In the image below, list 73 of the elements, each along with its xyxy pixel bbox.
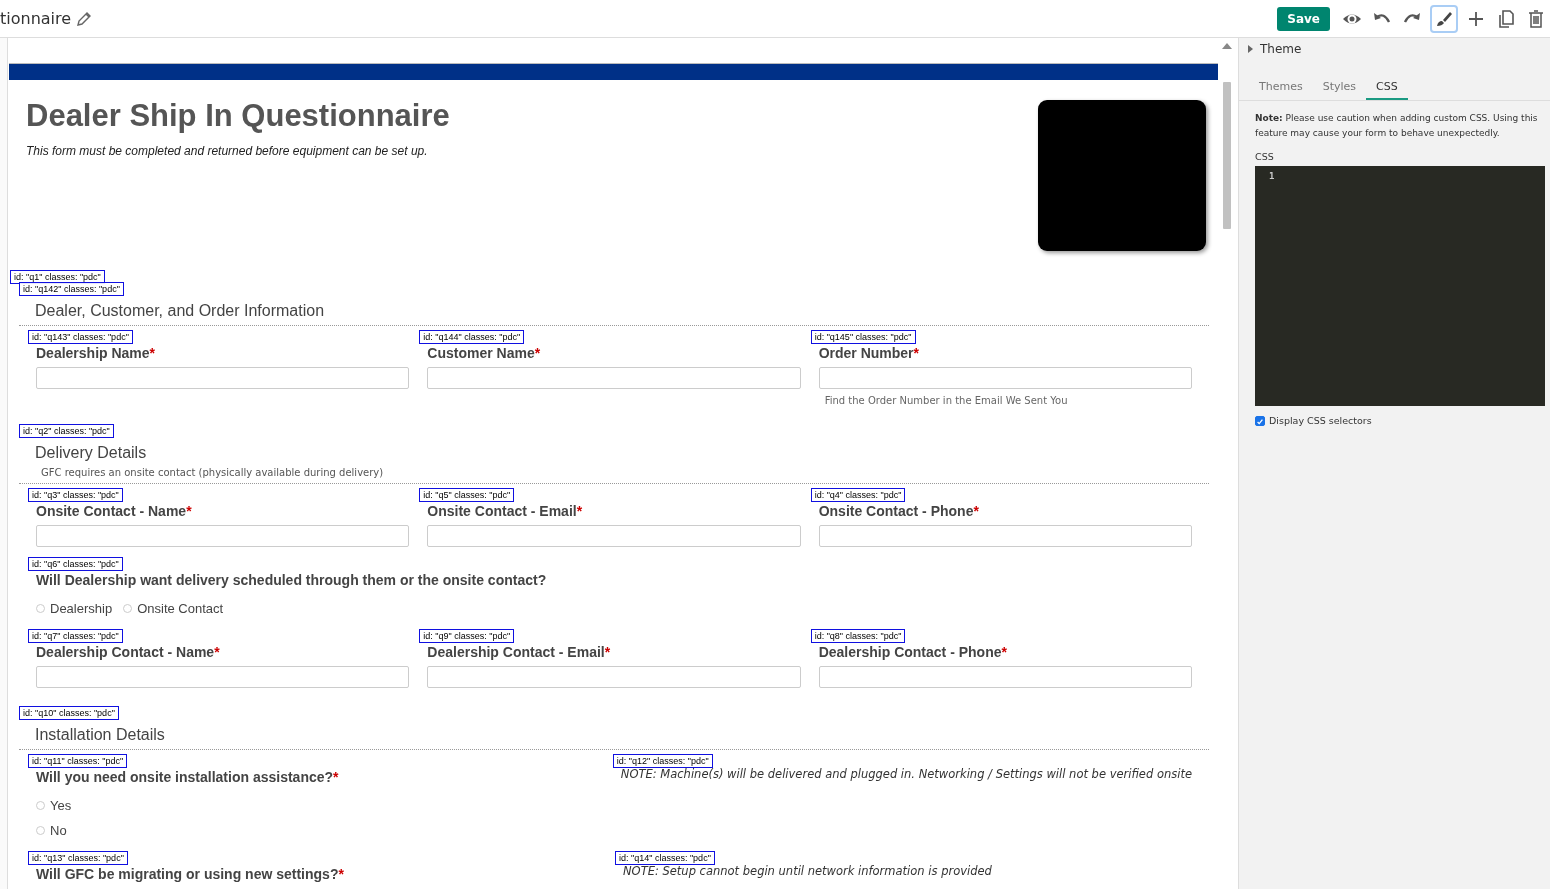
radio-button[interactable] [36, 604, 45, 613]
input-field[interactable] [36, 525, 410, 547]
input-field[interactable] [427, 525, 801, 547]
radio-button[interactable] [36, 801, 45, 810]
section-description: GFC requires an onsite contact (physically available during delivery) [40, 466, 385, 478]
checkbox[interactable] [1255, 415, 1265, 426]
save-button[interactable]: Save [1277, 6, 1330, 31]
question-label: Dealership Contact - Email* [427, 644, 612, 660]
section-heading: Dealer, Customer, and Order Information [34, 301, 326, 320]
question-label: Onsite Contact - Email* [427, 503, 584, 519]
brush-button[interactable] [1430, 4, 1458, 33]
question-label: Onsite Contact - Phone* [818, 503, 980, 519]
copy-icon [1496, 8, 1516, 29]
question-label: Dealership Contact - Name* [36, 644, 221, 660]
panel-tab[interactable]: Styles [1312, 76, 1367, 100]
selector-tag: id: "q10" classes: "pdc" [19, 706, 119, 720]
note-text: NOTE: Machine(s) will be delivered and plugged in. Networking / Settings will not be verified onsite [620, 767, 1192, 781]
section-heading: Installation Details [34, 725, 166, 744]
theme-toggle[interactable]: Theme [1260, 42, 1302, 56]
checkbox-label: Display CSS selectors [1269, 415, 1372, 426]
scroll-thumb[interactable] [1223, 82, 1231, 229]
form-heading: Dealer Ship In Questionnaire [26, 98, 450, 134]
question-label: Onsite Contact - Name* [36, 503, 193, 519]
input-field[interactable] [427, 666, 801, 688]
pencil-icon [76, 10, 93, 27]
radio-option[interactable]: Yes [36, 798, 603, 813]
selector-tag: id: "q12" classes: "pdc" [612, 754, 713, 768]
selector-tag: id: "q2" classes: "pdc" [19, 424, 114, 438]
input-field[interactable] [36, 367, 410, 389]
form-title: tionnaire [0, 9, 72, 28]
question-label: Will you need onsite installation assistance?* [36, 769, 340, 785]
input-field[interactable] [818, 525, 1192, 547]
selector-tag: id: "q144" classes: "pdc" [419, 330, 525, 344]
field-label: CSS [1255, 151, 1275, 162]
line-number: 1 [1269, 171, 1276, 181]
selector-tag: id: "q14" classes: "pdc" [615, 851, 715, 865]
question-label: Will GFC be migrating or using new settings?* [36, 866, 345, 882]
question-label: Will Dealership want delivery scheduled through them or the onsite contact? [36, 572, 548, 588]
radio-button[interactable] [123, 604, 133, 613]
input-field[interactable] [427, 367, 801, 389]
selector-tag: id: "q6" classes: "pdc" [28, 557, 123, 571]
question-label: Dealership Contact - Phone* [818, 644, 1008, 660]
section-heading: Delivery Details [34, 443, 148, 462]
form-subtitle: This form must be completed and returned before equipment can be set up. [26, 144, 429, 158]
selector-tag: id: "q145" classes: "pdc" [810, 330, 916, 344]
field-hint: Find the Order Number in the Email We Sent You [824, 395, 1069, 406]
question-label: Dealership Name* [36, 345, 157, 361]
selector-tag: id: "q11" classes: "pdc" [28, 754, 128, 768]
selector-tag: id: "q142" classes: "pdc" [19, 282, 124, 296]
note-text: NOTE: Setup cannot begin until network information is provided [623, 864, 993, 878]
selector-tag: id: "q5" classes: "pdc" [419, 488, 515, 502]
question-label: Customer Name* [427, 345, 542, 361]
input-field[interactable] [36, 666, 410, 688]
radio-button[interactable] [36, 826, 45, 835]
selector-tag: id: "q9" classes: "pdc" [419, 629, 515, 643]
selector-tag: id: "q13" classes: "pdc" [28, 851, 128, 865]
selector-tag: id: "q4" classes: "pdc" [810, 488, 906, 502]
trash-icon [1526, 8, 1546, 29]
caution-note: Note: Please use caution when adding custom CSS. Using this feature may cause your form to behave unexpectedly. [1255, 112, 1539, 140]
arrow-up-icon [1220, 41, 1234, 51]
selector-tag: id: "q7" classes: "pdc" [28, 629, 123, 643]
radio-option[interactable]: Onsite Contact [123, 601, 224, 616]
radio-option[interactable]: No [36, 823, 603, 838]
panel-tab[interactable]: CSS [1366, 76, 1408, 100]
css-editor[interactable]: 1 [1255, 166, 1545, 406]
radio-option[interactable]: Dealership [36, 601, 113, 616]
selector-tag: id: "q143" classes: "pdc" [28, 330, 133, 344]
input-field[interactable] [818, 367, 1192, 389]
panel-tab[interactable]: Themes [1249, 76, 1313, 100]
selector-tag: id: "q8" classes: "pdc" [810, 629, 906, 643]
question-label: Order Number* [818, 345, 921, 361]
input-field[interactable] [818, 666, 1192, 688]
selector-tag: id: "q3" classes: "pdc" [28, 488, 123, 502]
